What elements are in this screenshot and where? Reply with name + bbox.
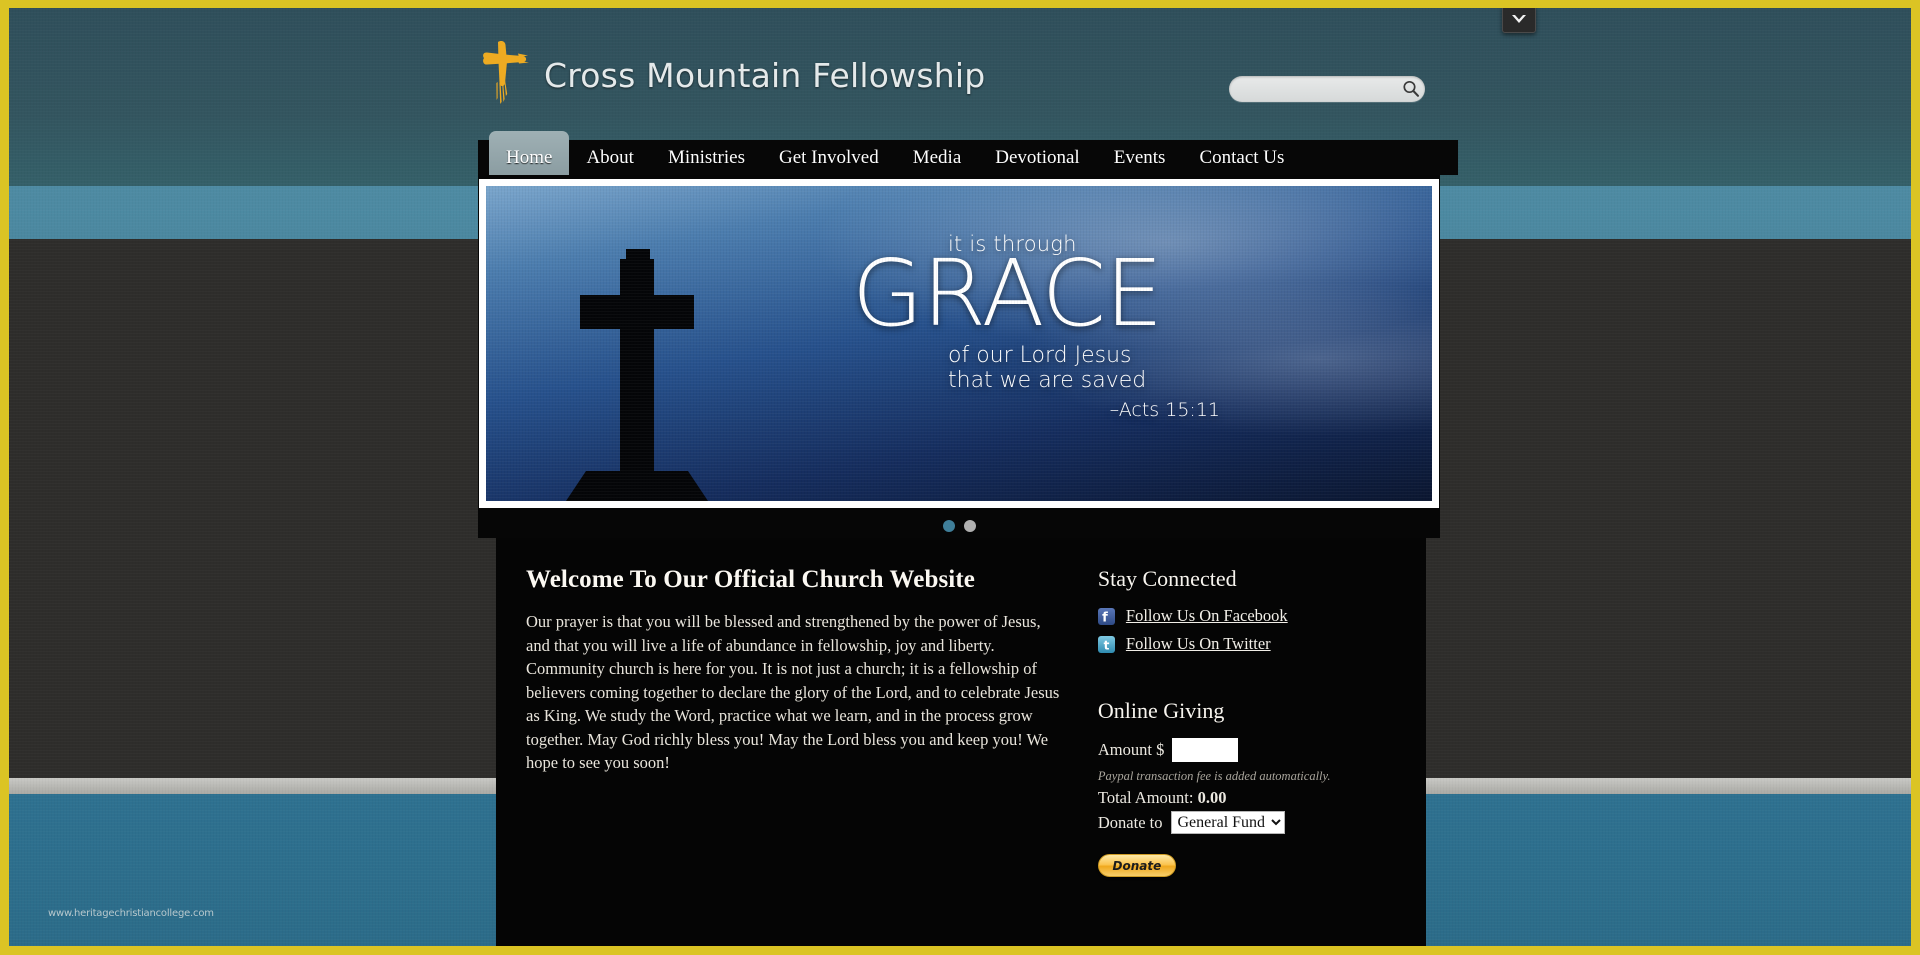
total-amount-value: 0.00 — [1197, 788, 1227, 807]
search-input[interactable] — [1229, 82, 1401, 96]
brand-lockup[interactable]: Cross Mountain Fellowship — [478, 36, 985, 114]
watermark-text: www.heritagechristiancollege.com — [48, 908, 214, 919]
paypal-fee-note: Paypal transaction fee is added automati… — [1097, 769, 1331, 783]
nav-item-about[interactable]: About — [569, 140, 651, 175]
hero-headline: GRACE — [852, 240, 1163, 347]
main-column: Welcome To Our Official Church Website O… — [526, 566, 1068, 877]
total-amount-row: Total Amount: 0.00 — [1098, 788, 1426, 808]
hero-line-1: it is through — [948, 232, 1077, 256]
chevron-down-icon — [1512, 15, 1526, 23]
page-title: Welcome To Our Official Church Website — [526, 566, 975, 593]
slider-pagination — [478, 514, 1440, 538]
hero-line-2: of our Lord Jesus — [948, 342, 1132, 368]
donate-button[interactable]: Donate — [1097, 854, 1176, 877]
sidebar-column: Stay Connected f Follow Us On Facebook t… — [1097, 566, 1426, 877]
hero-slider[interactable]: it is through GRACE of our Lord Jesus th… — [478, 175, 1440, 514]
cross-silhouette-sky-icon: it is through GRACE of our Lord Jesus th… — [486, 186, 1432, 501]
slider-dot-1[interactable] — [942, 520, 955, 532]
online-giving-section: Online Giving Amount $ Paypal transactio… — [1097, 698, 1426, 877]
nav-item-devotional[interactable]: Devotional — [978, 140, 1096, 175]
stay-connected-heading: Stay Connected — [1097, 566, 1237, 591]
gold-brush-cross-icon — [478, 36, 534, 114]
stay-connected-section: Stay Connected f Follow Us On Facebook t… — [1097, 566, 1426, 654]
svg-text:f: f — [1102, 610, 1108, 625]
hero-scripture-reference: –Acts 15:11 — [1109, 398, 1220, 421]
svg-text:t: t — [1104, 638, 1110, 652]
browser-viewport: www.heritagechristiancollege.com Cross M… — [0, 0, 1920, 955]
donate-to-select[interactable]: General Fund — [1170, 811, 1285, 834]
cross-silhouette-icon — [566, 249, 708, 501]
scroll-down-chip[interactable] — [1502, 8, 1536, 33]
facebook-link[interactable]: Follow Us On Facebook — [1126, 606, 1288, 626]
nav-item-media[interactable]: Media — [896, 140, 979, 175]
social-row-facebook[interactable]: f Follow Us On Facebook — [1097, 606, 1426, 626]
slider-dot-2[interactable] — [963, 520, 976, 532]
search-box[interactable] — [1229, 76, 1425, 102]
nav-item-get-involved[interactable]: Get Involved — [762, 140, 896, 175]
facebook-icon: f — [1097, 607, 1115, 625]
main-navigation: Home About Ministries Get Involved Media… — [478, 131, 1458, 175]
nav-item-ministries[interactable]: Ministries — [651, 140, 762, 175]
twitter-icon: t — [1097, 635, 1115, 653]
amount-label: Amount $ — [1097, 740, 1165, 759]
amount-row: Amount $ — [1098, 738, 1426, 762]
nav-item-events[interactable]: Events — [1097, 140, 1183, 175]
online-giving-heading: Online Giving — [1097, 698, 1225, 723]
twitter-link[interactable]: Follow Us On Twitter — [1126, 634, 1271, 654]
hero-line-3: that we are saved — [948, 367, 1147, 393]
donate-to-label: Donate to — [1097, 812, 1163, 832]
site-title: Cross Mountain Fellowship — [544, 55, 986, 95]
welcome-paragraph: Our prayer is that you will be blessed a… — [526, 612, 1060, 772]
nav-item-contact-us[interactable]: Contact Us — [1182, 140, 1301, 175]
hero-frame: it is through GRACE of our Lord Jesus th… — [479, 179, 1439, 508]
search-icon[interactable] — [1401, 79, 1421, 99]
donate-to-row: Donate to General Fund — [1098, 811, 1426, 834]
nav-item-home[interactable]: Home — [489, 131, 570, 175]
social-row-twitter[interactable]: t Follow Us On Twitter — [1097, 634, 1426, 654]
total-amount-label: Total Amount: — [1097, 788, 1194, 807]
content-panel: Welcome To Our Official Church Website O… — [496, 538, 1426, 946]
hero-text-block: it is through GRACE of our Lord Jesus th… — [852, 232, 1282, 421]
amount-input[interactable] — [1172, 738, 1239, 762]
